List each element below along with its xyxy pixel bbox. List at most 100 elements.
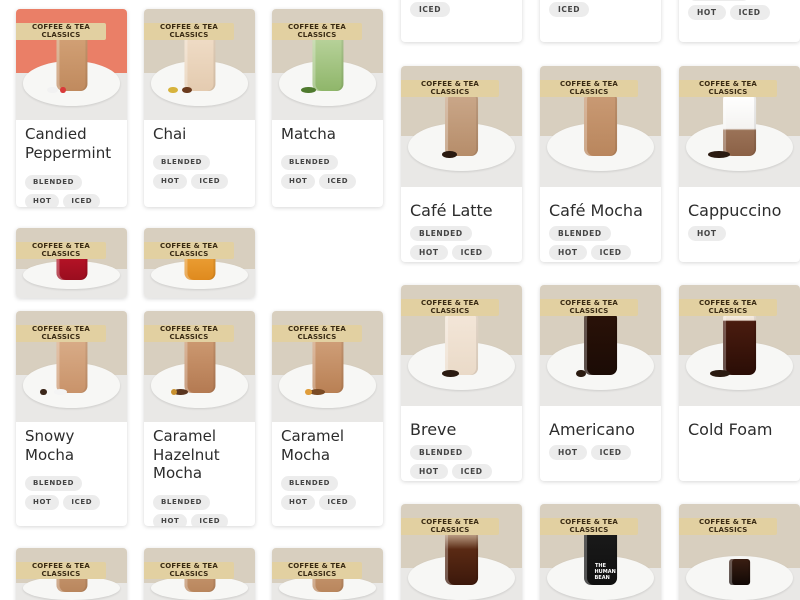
menu-item-card[interactable]: COFFEE & TEA CLASSICS Cold Foam [679, 285, 800, 481]
menu-item-card[interactable]: COFFEE & TEA CLASSICS [401, 504, 522, 600]
menu-item-card[interactable]: COFFEE & TEA CLASSICS Café Latte BLENDED HOT… [401, 66, 522, 262]
tag-blended: BLENDED [25, 175, 83, 190]
category-label: COFFEE & TEA CLASSICS [540, 518, 638, 535]
drink-glass [55, 35, 88, 92]
garnish [442, 369, 460, 377]
item-name: Chai [153, 125, 186, 144]
menu-item-card[interactable]: ICED [401, 0, 522, 42]
option-tags: BLENDED HOTICED [549, 226, 649, 260]
tag-blended: BLENDED [25, 476, 83, 491]
drink-photo: COFFEE & TEA CLASSICS [144, 311, 255, 422]
tag-blended: BLENDED [281, 476, 339, 491]
drink-photo: COFFEE & TEA CLASSICS [679, 66, 800, 187]
cup-logo: THE HUMAN BEAN [594, 563, 616, 581]
drink-photo: COFFEE & TEA CLASSICS [16, 311, 127, 422]
item-name-line: Chai [153, 125, 187, 143]
cup-logo-text: BEAN [594, 575, 610, 581]
menu-item-card[interactable]: COFFEE & TEA CLASSICS [144, 548, 255, 600]
tag-hot: HOT [153, 174, 188, 189]
drink-glass [444, 314, 479, 375]
category-label-line: CLASSICS [169, 569, 209, 578]
menu-item-card[interactable]: COFFEE & TEA CLASSICS Snowy Mocha BLENDED HOT… [16, 311, 127, 526]
drink-photo: COFFEE & TEA CLASSICS [144, 9, 255, 120]
drink-glass [444, 530, 479, 586]
tag-blended: BLENDED [153, 155, 211, 170]
menu-item-card[interactable]: COFFEE & TEA CLASSICS Caramel Hazelnut Mocha… [144, 311, 255, 526]
category-label-line: CLASSICS [169, 249, 209, 258]
category-label: COFFEE & TEA CLASSICS [401, 80, 499, 97]
drink-photo: COFFEE & TEA CLASSICS [540, 285, 661, 406]
category-label-line: CLASSICS [569, 87, 609, 96]
drink-photo: COFFEE & TEA CLASSICS [679, 504, 800, 600]
drink-photo: COFFEE & TEA CLASSICS [401, 66, 522, 187]
drink-glass [55, 337, 88, 394]
item-name-line: Peppermint [25, 143, 112, 162]
item-name-line: Mocha [153, 464, 203, 482]
item-name: Café Latte [410, 201, 493, 221]
tag-hot: HOT [549, 445, 587, 460]
menu-item-card[interactable]: ICED [540, 0, 661, 42]
menu-item-card[interactable]: COFFEE & TEA CLASSICS [272, 548, 383, 600]
category-label: COFFEE & TEA CLASSICS [272, 562, 362, 579]
menu-item-card[interactable]: COFFEE & TEA CLASSICS [144, 228, 255, 298]
category-label: COFFEE & TEA CLASSICS [272, 325, 362, 342]
menu-item-card[interactable]: COFFEE & TEA CLASSICS [16, 228, 127, 298]
menu-item-card[interactable]: COFFEE & TEA CLASSICS Americano HOT ICED [540, 285, 661, 481]
tag-iced: ICED [410, 2, 451, 17]
menu-item-card[interactable]: COFFEE & TEA CLASSICS Café Mocha BLENDED HOT… [540, 66, 661, 262]
category-label: COFFEE & TEA CLASSICS [144, 325, 234, 342]
tag-hot: HOT [410, 245, 448, 260]
item-name: Snowy Mocha [25, 427, 74, 464]
category-label-line: CLASSICS [297, 30, 337, 39]
menu-grid: COFFEE & TEA CLASSICS Candied Peppermint BLE… [0, 0, 800, 600]
drink-photo: COFFEE & TEA CLASSICS [401, 285, 522, 406]
option-tags: BLENDED HOTICED [410, 226, 510, 260]
option-tags: BLENDED HOTICED [25, 175, 117, 207]
menu-item-card[interactable]: COFFEE & TEA CLASSICS Candied Peppermint BLE… [16, 9, 127, 207]
category-label: COFFEE & TEA CLASSICS [540, 80, 638, 97]
menu-item-card[interactable]: COFFEE & TEA CLASSICS Cappuccino HOT [679, 66, 800, 262]
item-name-line: Snowy [25, 427, 75, 445]
tag-iced: ICED [191, 174, 229, 189]
garnish [708, 150, 730, 158]
category-label: COFFEE & TEA CLASSICS [679, 518, 777, 535]
drink-glass [583, 314, 618, 375]
menu-item-card[interactable]: COFFEE & TEA CLASSICS [679, 504, 800, 600]
option-tags: HOT ICED [549, 445, 649, 460]
drink-glass [183, 35, 216, 92]
drink-glass [311, 337, 344, 394]
menu-item-card[interactable]: COFFEE & TEA CLASSICS Chai BLENDED HOT ICED [144, 9, 255, 207]
item-name-line: Americano [549, 420, 635, 439]
drink-photo: COFFEE & TEA CLASSICS [401, 504, 522, 600]
category-label-line: CLASSICS [169, 30, 209, 39]
drink-photo: COFFEE & TEA CLASSICS [540, 66, 661, 187]
category-label-line: CLASSICS [708, 87, 748, 96]
item-name: Matcha [281, 125, 336, 144]
menu-item-card[interactable]: BLENDED HOTICED [679, 0, 800, 42]
item-name: Americano [549, 420, 635, 440]
category-label: COFFEE & TEA CLASSICS [401, 518, 499, 535]
item-name: Caramel Mocha [281, 427, 344, 464]
item-name: Cappuccino [688, 201, 781, 221]
tag-iced: ICED [319, 495, 357, 510]
item-name-line: Caramel [153, 427, 217, 445]
menu-item-card[interactable]: COFFEE & TEA CLASSICS [16, 548, 127, 600]
drink-photo: COFFEE & TEA CLASSICS [144, 548, 255, 600]
garnish [181, 86, 192, 94]
drink-photo: COFFEE & TEA CLASSICS [679, 285, 800, 406]
tag-hot: HOT [281, 174, 316, 189]
menu-item-card[interactable]: COFFEE & TEA CLASSICS Breve BLENDED HOT ICED [401, 285, 522, 481]
tag-iced: ICED [191, 514, 229, 526]
menu-item-card[interactable]: COFFEE & TEA CLASSICS Caramel Mocha BLENDED H… [272, 311, 383, 526]
menu-item-card[interactable]: COFFEE & TEA CLASSICS Matcha BLENDED HOT ICED [272, 9, 383, 207]
tag-iced: ICED [549, 2, 590, 17]
category-label-line: CLASSICS [297, 569, 337, 578]
drink-glass [722, 314, 757, 375]
menu-item-card[interactable]: THE HUMAN BEAN COFFEE & TEA CLASSICS [540, 504, 661, 600]
drink-glass [311, 35, 344, 92]
option-tags: BLENDED HOTICED [25, 476, 117, 510]
item-name-line: Café Mocha [549, 201, 643, 220]
category-label: COFFEE & TEA CLASSICS [540, 299, 638, 316]
category-label-line: CLASSICS [708, 306, 748, 315]
tag-iced: ICED [319, 174, 357, 189]
